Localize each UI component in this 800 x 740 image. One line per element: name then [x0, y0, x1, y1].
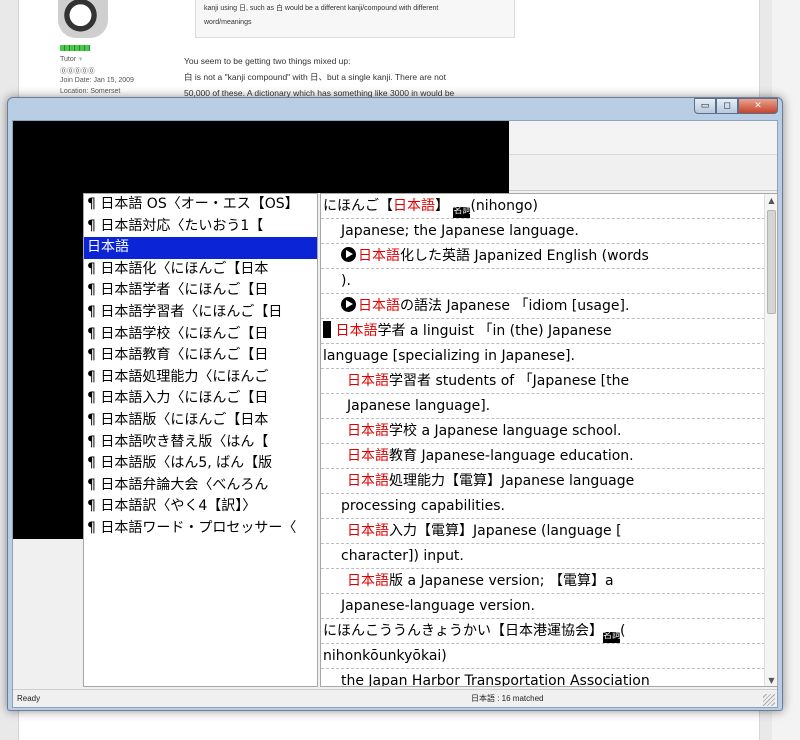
user-title: Tutor ♀	[60, 56, 84, 63]
definition-line: Japanese; the Japanese language.	[321, 219, 765, 244]
example-text: 学校 a Japanese language school.	[389, 423, 622, 439]
status-bar: Ready 日本語 : 16 matched	[13, 689, 777, 707]
example-line: 日本語学習者 students of 「Japanese [the	[321, 369, 765, 394]
list-item[interactable]: ¶ 日本語弁論大会〈べんろん	[84, 475, 317, 497]
example-keyword: 日本語	[347, 573, 389, 589]
example-text: 学習者 students of 「Japanese [the	[389, 373, 630, 389]
list-item[interactable]: ¶ 日本語化〈にほんご【日本	[84, 259, 317, 281]
toolbar	[509, 121, 777, 155]
quote-line: word/meanings	[204, 19, 252, 26]
entry-headword-line: にほんご【日本語】 名詞(nihongo)	[321, 194, 765, 219]
quote-box: kanji using 日, such as 白 would be a diff…	[195, 0, 515, 38]
example-text: の語法 Japanese 「idiom [usage].	[400, 298, 630, 314]
list-item[interactable]: ¶ 日本語教育〈にほんご【日	[84, 345, 317, 367]
example-keyword: 日本語	[358, 298, 400, 314]
definition-line: ).	[321, 269, 765, 294]
headword-reading: にほんこううんきょうかい【日本港運協会】	[323, 623, 603, 639]
list-item[interactable]: ¶ 日本語吹き替え版〈はん【	[84, 432, 317, 454]
match-count: 日本語 : 16 matched	[471, 694, 544, 703]
list-item[interactable]: ¶ 日本語学習者〈にほんご【日	[84, 302, 317, 324]
example-line: 日本語の語法 Japanese 「idiom [usage].	[321, 294, 765, 319]
example-line: 日本語版 a Japanese version; 【電算】a	[321, 569, 765, 594]
bracket-text: 】	[435, 198, 449, 214]
vertical-scrollbar[interactable]: ▲ ▼	[764, 194, 777, 686]
post-line: 白 is not a "kanji compound" with 日、but a…	[184, 72, 446, 82]
example-keyword: 日本語	[347, 373, 389, 389]
scroll-down-arrow-icon[interactable]: ▼	[765, 674, 777, 686]
example-keyword: 日本語	[347, 523, 389, 539]
window-controls: ▭ ◻ ✕	[694, 98, 778, 115]
definition-line: Japanese language].	[321, 394, 765, 419]
scroll-up-arrow-icon[interactable]: ▲	[765, 194, 777, 208]
window-titlebar[interactable]: ▭ ◻ ✕	[8, 98, 782, 120]
user-badges: ⓪⓪⓪⓪⓪	[60, 68, 95, 75]
example-text: 化した英語 Japanized English (words	[400, 248, 649, 264]
example-line: 日本語学者 a linguist 「in (the) Japanese	[321, 319, 765, 344]
list-item[interactable]: ¶ 日本語対応〈たいおう1【	[84, 216, 317, 238]
list-item[interactable]: ¶ 日本語処理能力〈にほんご	[84, 367, 317, 389]
list-item[interactable]: ¶ 日本語入力〈にほんご【日	[84, 388, 317, 410]
example-text: 処理能力【電算】Japanese language	[389, 473, 635, 489]
romaji: nihonkōunkyōkai)	[321, 644, 765, 669]
user-location: Location: Somerset	[60, 88, 121, 95]
list-item[interactable]: ¶ 日本語訳〈やく4【訳】〉	[84, 496, 317, 518]
list-item[interactable]: ¶ 日本語ワード・プロセッサー〈	[84, 518, 317, 540]
example-text: 入力【電算】Japanese (language [	[389, 523, 622, 539]
minimize-button[interactable]: ▭	[694, 98, 716, 114]
example-line: 日本語教育 Japanese-language education.	[321, 444, 765, 469]
resize-grip-icon[interactable]	[763, 694, 775, 706]
definition-line: language [specializing in Japanese].	[321, 344, 765, 369]
example-line: 日本語化した英語 Japanized English (words	[321, 244, 765, 269]
status-text: Ready	[17, 694, 41, 703]
maximize-button[interactable]: ◻	[716, 98, 738, 114]
list-item[interactable]: ¶ 日本語 OS〈オー・エス【OS】	[84, 194, 317, 216]
example-text: 学者 a linguist 「in (the) Japanese	[377, 323, 612, 339]
post-body: You seem to be getting two things mixed …	[184, 53, 524, 101]
example-text: 版 a Japanese version; 【電算】a	[389, 573, 614, 589]
headword-kanji: 日本語	[393, 198, 435, 214]
scrollbar-thumb[interactable]	[767, 210, 776, 314]
window-client-area: ¶ 日本語 OS〈オー・エス【OS】 ¶ 日本語対応〈たいおう1【 日本語 ¶ …	[12, 120, 778, 708]
definition-line: processing capabilities.	[321, 494, 765, 519]
example-keyword: 日本語	[347, 473, 389, 489]
search-bar-area	[509, 155, 777, 191]
text-cursor	[323, 321, 331, 338]
example-line: 日本語学校 a Japanese language school.	[321, 419, 765, 444]
entry-headword-line: にほんこううんきょうかい【日本港運協会】名詞(	[321, 619, 765, 644]
reputation-bar	[60, 45, 90, 51]
list-item-selected[interactable]: 日本語	[84, 237, 317, 259]
headword-reading: にほんご【	[323, 198, 393, 214]
romaji: (	[620, 623, 626, 639]
definition-line: Japanese-language version.	[321, 594, 765, 619]
user-avatar[interactable]	[58, 0, 108, 38]
example-marker-icon	[341, 297, 356, 312]
quote-line: kanji using 日, such as 白 would be a diff…	[204, 5, 439, 12]
noun-icon: 名詞	[603, 632, 621, 643]
post-line: You seem to be getting two things mixed …	[184, 56, 351, 66]
close-button[interactable]: ✕	[738, 98, 778, 114]
definition-line: the Japan Harbor Transportation Associat…	[321, 669, 765, 686]
dictionary-window: ▭ ◻ ✕ ¶ 日本語 OS〈オー・エス【OS】 ¶ 日本語対応〈たいおう1【 …	[7, 97, 783, 711]
redacted-area	[13, 193, 83, 539]
example-keyword: 日本語	[358, 248, 400, 264]
redacted-area	[13, 121, 509, 193]
example-keyword: 日本語	[335, 323, 378, 339]
list-item[interactable]: ¶ 日本語版〈にほんご【日本	[84, 410, 317, 432]
example-text: 教育 Japanese-language education.	[389, 448, 634, 464]
join-date: Join Date: Jan 15, 2009	[60, 77, 134, 84]
definition-line: character]) input.	[321, 544, 765, 569]
definition-pane[interactable]: にほんご【日本語】 名詞(nihongo) Japanese; the Japa…	[320, 193, 778, 687]
example-line: 日本語入力【電算】Japanese (language [	[321, 519, 765, 544]
romaji: (nihongo)	[470, 198, 538, 214]
example-line: 日本語処理能力【電算】Japanese language	[321, 469, 765, 494]
example-keyword: 日本語	[347, 448, 389, 464]
list-item[interactable]: ¶ 日本語版〈はん5, ばん【版	[84, 453, 317, 475]
noun-icon: 名詞	[453, 207, 471, 218]
headword-list[interactable]: ¶ 日本語 OS〈オー・エス【OS】 ¶ 日本語対応〈たいおう1【 日本語 ¶ …	[83, 193, 318, 687]
list-item[interactable]: ¶ 日本語学校〈にほんご【日	[84, 324, 317, 346]
example-marker-icon	[341, 247, 356, 262]
example-keyword: 日本語	[347, 423, 389, 439]
list-item[interactable]: ¶ 日本語学者〈にほんご【日	[84, 280, 317, 302]
